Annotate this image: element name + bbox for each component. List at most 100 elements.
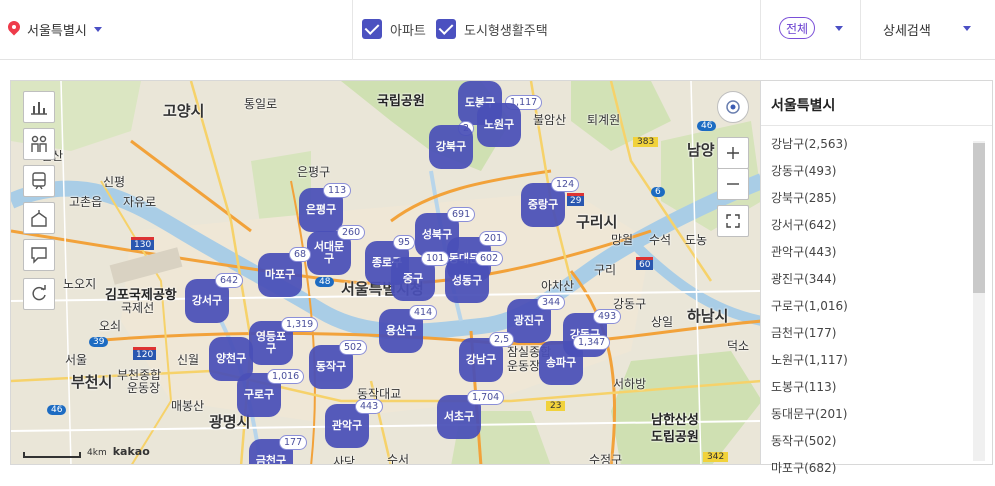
cluster-count: 344 <box>537 295 566 310</box>
divider <box>760 0 761 60</box>
cluster-count: 602 <box>475 251 504 266</box>
scale-label: 4km <box>87 448 107 458</box>
district-item-guro[interactable]: 구로구(1,016) <box>771 297 848 324</box>
district-item-mapo[interactable]: 마포구(682) <box>771 459 848 486</box>
map-label-bucheon: 부천시 <box>71 373 113 391</box>
map-scale: 4km kakao <box>23 445 150 458</box>
map-label-bukhansan: 국립공원 <box>377 94 425 109</box>
divider <box>860 0 861 60</box>
district-panel: 서울특별시 강남구(2,563) 강동구(493) 강북구(285) 강서구(6… <box>761 80 993 475</box>
map-label-stadium: 운동장 <box>127 381 161 395</box>
expand-icon <box>726 214 740 228</box>
map-label-maebong: 매봉산 <box>171 399 205 413</box>
district-item-dongjak[interactable]: 동작구(502) <box>771 432 848 459</box>
filter-bar: 서울특별시 아파트 도시형생활주택 전체 상세검색 <box>0 0 995 60</box>
route-badge-48: 48 <box>315 277 335 287</box>
cluster-nowon[interactable]: 노원구 <box>477 103 521 147</box>
cluster-count: 502 <box>339 340 368 355</box>
plus-icon <box>727 147 739 159</box>
cluster-count: 124 <box>551 177 580 192</box>
map-label-bulam: 불암산 <box>533 113 567 127</box>
map-label-guri: 구리시 <box>576 213 618 231</box>
urban-housing-checkbox[interactable]: 도시형생활주택 <box>436 18 548 40</box>
map-label-seoul: 서울 <box>65 353 88 367</box>
location-target-icon <box>726 100 740 114</box>
map-label-toegye: 퇴계원 <box>587 113 621 127</box>
route-badge-23: 23 <box>546 401 566 411</box>
cluster-count: 1,347 <box>573 335 611 350</box>
my-location-button[interactable] <box>717 91 749 123</box>
cluster-count: 177 <box>279 435 308 450</box>
district-item-gwanak[interactable]: 관악구(443) <box>771 243 848 270</box>
scrollbar-thumb[interactable] <box>973 143 985 293</box>
zoom-out-button[interactable] <box>717 168 749 200</box>
map-label-jayu: 자유로 <box>123 195 157 209</box>
price-chart-tool[interactable] <box>23 91 55 123</box>
cluster-count: 68 <box>289 247 312 262</box>
map-label-sujeong: 수정구 <box>589 453 623 465</box>
refresh-button[interactable] <box>23 278 55 310</box>
region-selector[interactable]: 서울특별시 <box>8 18 102 40</box>
map-label-ohsu: 오쇠 <box>99 319 122 333</box>
map-label-jamsil-stadium: 운동장 <box>507 359 541 373</box>
scope-badge[interactable]: 전체 <box>779 17 815 39</box>
map-label-deokso: 덕소 <box>727 339 750 353</box>
route-badge-342: 342 <box>703 452 729 462</box>
apartment-label: 아파트 <box>390 23 426 39</box>
district-item-gangnam[interactable]: 강남구(2,563) <box>771 135 848 162</box>
district-item-gangdong[interactable]: 강동구(493) <box>771 162 848 189</box>
map-label-ahcha: 아차산 <box>541 279 575 293</box>
divider <box>352 0 353 60</box>
map-label-sinpyeong: 신평 <box>103 175 126 189</box>
district-item-gangbuk[interactable]: 강북구(285) <box>771 189 848 216</box>
map-label-suseok: 수석 <box>649 233 672 247</box>
region-label: 서울특별시 <box>27 23 87 39</box>
cluster-count: 1,319 <box>281 317 319 332</box>
district-scrollbar[interactable] <box>973 141 985 461</box>
district-item-geumcheon[interactable]: 금천구(177) <box>771 324 848 351</box>
district-item-gwangjin[interactable]: 광진구(344) <box>771 270 848 297</box>
cluster-gangbuk[interactable]: 강북구 <box>429 125 473 169</box>
development-tool[interactable] <box>23 202 55 234</box>
cluster-count: 1,016 <box>267 369 305 384</box>
cluster-count: 493 <box>593 309 622 324</box>
map-label-guri2: 구리 <box>594 263 617 277</box>
urban-housing-label: 도시형생활주택 <box>464 23 548 39</box>
school-tool[interactable] <box>23 128 55 160</box>
district-item-dongdaemun[interactable]: 동대문구(201) <box>771 405 848 432</box>
chevron-down-icon <box>93 26 102 32</box>
route-badge-46b: 46 <box>697 121 717 131</box>
map-view[interactable]: 130 120 60 29 39 46 48 6 23 383 342 46 고… <box>10 80 761 465</box>
cluster-count: 2,5 <box>489 332 515 347</box>
map-label-namhansan-park: 도립공원 <box>651 430 699 445</box>
detail-search-button[interactable]: 상세검색 <box>883 20 931 39</box>
scope-dropdown-icon[interactable] <box>835 26 843 31</box>
district-item-gangseo[interactable]: 강서구(642) <box>771 216 848 243</box>
apartment-checkbox[interactable]: 아파트 <box>362 18 426 40</box>
cluster-count: 414 <box>409 305 438 320</box>
district-item-dobong[interactable]: 도봉구(113) <box>771 378 848 405</box>
fullscreen-button[interactable] <box>717 205 749 237</box>
memo-tool[interactable] <box>23 239 55 271</box>
map-label-sangil: 상일 <box>651 315 674 329</box>
zoom-in-button[interactable] <box>717 137 749 169</box>
district-item-nowon[interactable]: 노원구(1,117) <box>771 351 848 378</box>
map-label-donong: 도농 <box>685 233 708 247</box>
map-label-sadang: 사당 <box>333 455 356 465</box>
map-label-suseo: 수서 <box>387 453 410 465</box>
route-badge-6: 6 <box>651 187 665 197</box>
cluster-count: 443 <box>355 399 384 414</box>
comment-icon <box>31 247 47 264</box>
map-label-hanam: 하남시 <box>687 307 729 325</box>
building-icon <box>31 210 47 227</box>
route-badge-39: 39 <box>89 337 109 347</box>
cluster-count: 201 <box>479 231 508 246</box>
route-badge-130: 130 <box>131 237 155 250</box>
map-label-gimpo-intl: 국제선 <box>121 301 155 315</box>
subway-tool[interactable] <box>23 165 55 197</box>
map-label-gangdong: 강동구 <box>613 297 647 311</box>
kakao-logo: kakao <box>112 445 150 458</box>
map-label-namyang: 남양 <box>687 141 715 159</box>
detail-dropdown-icon[interactable] <box>963 26 971 31</box>
map-label-goseon: 고촌읍 <box>69 195 103 209</box>
